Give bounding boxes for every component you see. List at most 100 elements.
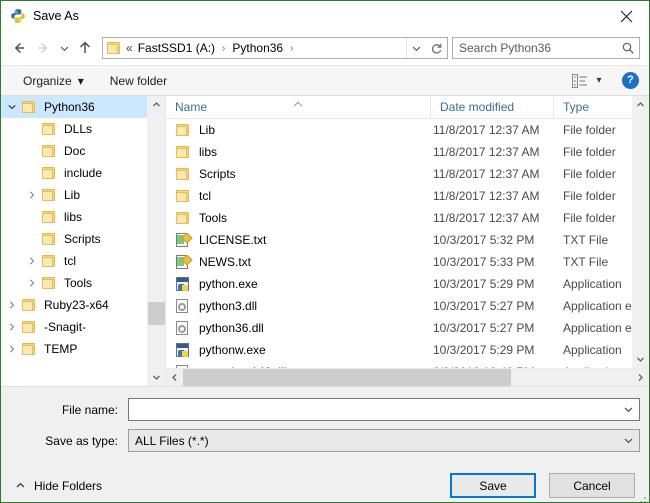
save-as-type-dropdown-button[interactable]: [617, 435, 639, 446]
file-row[interactable]: python3.dll 10/3/2017 5:27 PM Application …: [166, 295, 632, 317]
organize-button[interactable]: Organize ▾: [17, 69, 90, 93]
folder-tree-scrollbar[interactable]: [147, 96, 165, 386]
file-name-dropdown-button[interactable]: [617, 404, 639, 415]
file-list-scrollbar[interactable]: [632, 96, 649, 368]
breadcrumb-overflow[interactable]: «: [125, 41, 137, 55]
sort-ascending-icon: [293, 96, 304, 110]
tree-expander-toggle[interactable]: [3, 316, 21, 338]
search-input[interactable]: Search Python36: [453, 41, 617, 55]
tree-scroll-down-button[interactable]: [148, 369, 165, 386]
list-scroll-up-button[interactable]: [632, 96, 649, 113]
column-header-date-label: Date modified: [440, 100, 515, 114]
file-row[interactable]: Tools 11/8/2017 12:37 AM File folder: [166, 207, 632, 229]
refresh-button[interactable]: [426, 37, 448, 59]
tree-expander-toggle[interactable]: [3, 294, 21, 316]
tree-scroll-up-button[interactable]: [148, 96, 165, 113]
tree-item-lib[interactable]: Lib: [1, 184, 147, 206]
search-box[interactable]: Search Python36: [452, 37, 640, 59]
recent-locations-button[interactable]: [55, 36, 73, 60]
file-name-text: python.exe: [199, 277, 258, 291]
tree-item-doc[interactable]: Doc: [1, 140, 147, 162]
view-options-dropdown[interactable]: ▾: [590, 75, 608, 86]
tree-expander-toggle[interactable]: [23, 184, 41, 206]
file-row[interactable]: Scripts 11/8/2017 12:37 AM File folder: [166, 163, 632, 185]
hscroll-right-button[interactable]: [632, 369, 649, 386]
tree-item-libs[interactable]: libs: [1, 206, 147, 228]
save-button-label: Save: [479, 478, 507, 493]
new-folder-button[interactable]: New folder: [104, 69, 173, 93]
chevron-down-icon: [624, 407, 632, 413]
file-row[interactable]: libs 11/8/2017 12:37 AM File folder: [166, 141, 632, 163]
back-button[interactable]: [7, 36, 31, 60]
tree-item-temp[interactable]: TEMP: [1, 338, 147, 360]
tree-expander-toggle[interactable]: [3, 338, 21, 360]
file-date-cell: 10/3/2017 5:29 PM: [433, 343, 535, 357]
file-date-cell: 11/8/2017 12:37 AM: [433, 167, 540, 181]
file-row[interactable]: vcruntime140.dll6/9/2016 10:46 PMApplica…: [166, 361, 632, 368]
tree-item-include[interactable]: include: [1, 162, 147, 184]
file-row[interactable]: tcl 11/8/2017 12:37 AM File folder: [166, 185, 632, 207]
hide-folders-label: Hide Folders: [34, 478, 103, 493]
folder-icon: [175, 189, 191, 204]
save-as-type-value[interactable]: ALL Files (*.*): [129, 434, 617, 448]
file-name-combobox[interactable]: [128, 398, 640, 421]
search-icon[interactable]: [617, 41, 639, 55]
forward-button[interactable]: [31, 36, 55, 60]
back-arrow-icon: [14, 42, 24, 54]
close-button[interactable]: [604, 2, 649, 31]
file-row[interactable]: Lib 11/8/2017 12:37 AM File folder: [166, 119, 632, 141]
list-scroll-track[interactable]: [632, 113, 649, 351]
file-row[interactable]: LICENSE.txt 10/3/2017 5:32 PM TXT File: [166, 229, 632, 251]
hscroll-track[interactable]: [183, 369, 632, 386]
tree-expander-toggle[interactable]: [3, 96, 21, 118]
chevron-left-icon: [172, 374, 177, 381]
column-header-type[interactable]: Type: [554, 96, 632, 118]
up-button[interactable]: [73, 36, 97, 60]
file-name-text: tcl: [199, 189, 211, 203]
column-header-name[interactable]: Name: [166, 96, 431, 118]
file-row[interactable]: python36.dll 10/3/2017 5:27 PM Application…: [166, 317, 632, 339]
hscroll-thumb[interactable]: [183, 369, 511, 386]
save-button[interactable]: Save: [450, 473, 536, 498]
tree-item-dlls[interactable]: DLLs: [1, 118, 147, 140]
cancel-button[interactable]: Cancel: [549, 473, 635, 498]
file-row[interactable]: pythonw.exe 10/3/2017 5:29 PM Application: [166, 339, 632, 361]
list-scroll-down-button[interactable]: [632, 351, 649, 368]
hscroll-left-button[interactable]: [166, 369, 183, 386]
file-type-cell: File folder: [563, 189, 616, 203]
file-list-horizontal-scrollbar[interactable]: [166, 368, 649, 386]
tree-expander-toggle[interactable]: [23, 272, 41, 294]
hide-folders-button[interactable]: Hide Folders: [15, 479, 102, 493]
details-view-icon[interactable]: [570, 72, 590, 90]
tree-item-tcl[interactable]: tcl: [1, 250, 147, 272]
save-form: File name: Save as type: ALL Files (*.*): [1, 386, 649, 462]
breadcrumb-item-folder[interactable]: Python36: [231, 41, 284, 55]
resize-grip[interactable]: [634, 495, 646, 502]
cancel-button-label: Cancel: [573, 478, 611, 493]
tree-scroll-thumb[interactable]: [148, 302, 165, 326]
help-button[interactable]: ?: [622, 72, 639, 89]
file-row[interactable]: python.exe 10/3/2017 5:29 PM Application: [166, 273, 632, 295]
tree-item-tools[interactable]: Tools: [1, 272, 147, 294]
breadcrumb-separator-icon[interactable]: ›: [216, 43, 231, 54]
chevron-down-icon: [637, 357, 644, 362]
address-bar[interactable]: « FastSSD1 (A:) › Python36 ›: [102, 37, 427, 59]
address-dropdown-button[interactable]: [406, 38, 426, 58]
tree-scroll-track[interactable]: [148, 113, 165, 369]
tree-item-label: Tools: [64, 276, 93, 290]
tree-expander-toggle[interactable]: [23, 250, 41, 272]
tree-item-ruby23-x64[interactable]: Ruby23-x64: [1, 294, 147, 316]
tree-expander-empty: [23, 118, 41, 140]
breadcrumb-item-drive[interactable]: FastSSD1 (A:): [137, 41, 216, 55]
file-row[interactable]: NEWS.txt 10/3/2017 5:33 PM TXT File: [166, 251, 632, 273]
tree-item-scripts[interactable]: Scripts: [1, 228, 147, 250]
save-as-type-combobox[interactable]: ALL Files (*.*): [128, 429, 640, 452]
file-name-cell: pythonw.exe: [166, 342, 431, 358]
breadcrumb-separator-icon-2[interactable]: ›: [284, 43, 299, 54]
browser-body: Python36 DLLs Doc include Lib libs Scripts tcl T…: [1, 96, 649, 386]
file-name-text: python36.dll: [199, 321, 264, 335]
close-icon: [620, 10, 633, 22]
tree-item-snagit[interactable]: -Snagit-: [1, 316, 147, 338]
column-header-date[interactable]: Date modified: [431, 96, 554, 118]
tree-item-python36[interactable]: Python36: [1, 96, 147, 118]
